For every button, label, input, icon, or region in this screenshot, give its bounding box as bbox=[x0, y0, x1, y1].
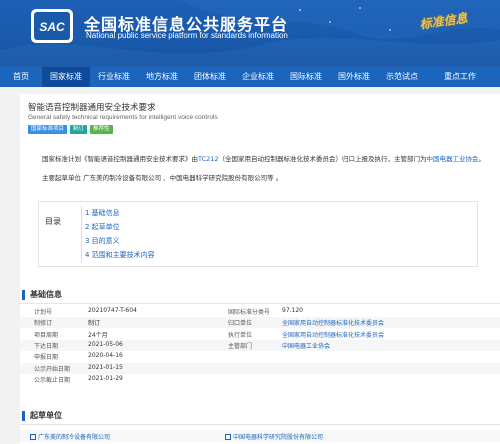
standard-tags: 国家标准项目 制订 推荐性 bbox=[28, 125, 113, 134]
nav-item[interactable]: 首页 bbox=[0, 67, 42, 87]
intro-text: （全国家用自动控制器标准化技术委员会）归口上报及执行，主管部门为 bbox=[218, 155, 427, 163]
info-row: 下达日期 2021-05-06 主管部门 中国电器工业协会 bbox=[20, 339, 500, 351]
info-row: 计划号 20210747-T-604 国际标准分类号 97.120 bbox=[20, 306, 500, 317]
intro-text: 国家标准计划《智能语音控制器通用安全技术要求》由 bbox=[42, 155, 198, 163]
logo-text: SAC bbox=[39, 20, 65, 34]
drafting-units-heading: 起草单位 bbox=[20, 410, 500, 422]
tag-nature: 推荐性 bbox=[90, 125, 113, 134]
tag-project-type: 国家标准项目 bbox=[28, 125, 68, 134]
info-key: 申报日期 bbox=[34, 354, 59, 362]
drafting-unit-link[interactable]: 中国电器科学研究院股份有限公司 bbox=[225, 432, 323, 441]
info-row: 公示开始日期 2021-01-15 bbox=[20, 362, 500, 374]
unit-name: 中国电器科学研究院股份有限公司 bbox=[233, 434, 324, 441]
nav-item[interactable]: 国际标准 bbox=[282, 67, 330, 87]
info-value: 制订 bbox=[88, 320, 101, 328]
toc-item-drafting-units[interactable]: 2 起草单位 bbox=[85, 222, 120, 232]
info-value: 20210747-T-604 bbox=[88, 307, 137, 314]
nav-item[interactable]: 重点工作 bbox=[426, 67, 494, 87]
toc-divider bbox=[81, 206, 82, 262]
section-divider bbox=[20, 424, 500, 425]
nav-item[interactable]: 国外标准 bbox=[330, 67, 378, 87]
unit-name: 广东美的制冷设备有限公司 bbox=[38, 434, 111, 441]
tag-revision: 制订 bbox=[70, 125, 88, 134]
standard-title-en: General safety technical requirements fo… bbox=[28, 114, 218, 121]
nav-item[interactable]: 地方标准 bbox=[138, 67, 186, 87]
info-value[interactable]: 中国电器工业协会 bbox=[282, 341, 330, 350]
intro-paragraph: 国家标准计划《智能语音控制器通用安全技术要求》由TC212（全国家用自动控制器标… bbox=[42, 153, 485, 163]
info-value: 2021-01-15 bbox=[88, 363, 123, 371]
sac-logo[interactable]: SAC bbox=[30, 8, 74, 44]
info-key: 归口单位 bbox=[228, 320, 253, 328]
info-value[interactable]: 全国家用自动控制器标准化技术委员会 bbox=[282, 330, 384, 339]
section-title: 基础信息 bbox=[30, 290, 62, 299]
nav-item[interactable]: 行业标准 bbox=[90, 67, 138, 87]
drafting-units-row: 广东美的制冷设备有限公司 中国电器科学研究院股份有限公司 bbox=[20, 430, 500, 442]
toc-item-basic-info[interactable]: 1 基础信息 bbox=[85, 208, 120, 218]
info-value: 2021-01-29 bbox=[88, 374, 123, 382]
info-key: 计划号 bbox=[34, 309, 53, 316]
info-row: 申报日期 2020-04-16 bbox=[20, 351, 500, 362]
standard-title: 智能语音控制器通用安全技术要求 bbox=[28, 103, 156, 113]
info-row: 制修订 制订 归口单位 全国家用自动控制器标准化技术委员会 bbox=[20, 317, 500, 329]
section-title: 起草单位 bbox=[30, 411, 62, 420]
nav-item[interactable]: 团体标准 bbox=[186, 67, 234, 87]
basic-info-heading: 基础信息 bbox=[20, 289, 500, 301]
info-key: 国际标准分类号 bbox=[228, 309, 271, 316]
toc-item-purpose[interactable]: 3 目的意义 bbox=[85, 236, 120, 246]
info-key: 公示截止日期 bbox=[34, 376, 71, 384]
table-of-contents: 目录 1 基础信息 2 起草单位 3 目的意义 4 范围和主要技术内容 bbox=[38, 201, 478, 267]
organization-icon bbox=[30, 434, 36, 440]
drafters-sentence: 主要起草单位 广东美的制冷设备有限公司 、中国电器科学研究院股份有限公司等 。 bbox=[42, 174, 283, 182]
info-key: 主管部门 bbox=[228, 342, 253, 350]
authority-link[interactable]: 中国电器工业协会 bbox=[427, 155, 479, 163]
drafting-unit-link[interactable]: 广东美的制冷设备有限公司 bbox=[30, 432, 110, 441]
info-key: 公示开始日期 bbox=[34, 365, 71, 373]
info-key: 执行单位 bbox=[228, 331, 253, 339]
info-key: 制修订 bbox=[34, 320, 53, 328]
section-marker bbox=[22, 290, 25, 300]
toc-label: 目录 bbox=[45, 217, 61, 226]
info-value: 97.120 bbox=[282, 307, 303, 314]
info-value: 24个月 bbox=[88, 331, 108, 339]
info-key: 下达日期 bbox=[34, 342, 59, 350]
nav-item[interactable]: 示范试点 bbox=[378, 67, 426, 87]
nav-item[interactable]: 企业标准 bbox=[234, 67, 282, 87]
info-row: 公示截止日期 2021-01-29 bbox=[20, 374, 500, 385]
standard-detail-panel: 智能语音控制器通用安全技术要求 General safety technical… bbox=[20, 94, 500, 444]
main-nav: 首页 国家标准 行业标准 地方标准 团体标准 企业标准 国际标准 国外标准 示范试点 重点工作 bbox=[0, 67, 500, 87]
section-marker bbox=[22, 411, 25, 421]
intro-text: 。 bbox=[478, 155, 486, 163]
info-key: 项目周期 bbox=[34, 331, 59, 339]
toc-item-scope[interactable]: 4 范围和主要技术内容 bbox=[85, 250, 155, 260]
site-header: SAC 全国标准信息公共服务平台 National public service… bbox=[0, 0, 500, 67]
tc-link[interactable]: TC212 bbox=[198, 155, 219, 163]
section-divider bbox=[20, 303, 500, 304]
info-value: 2020-04-16 bbox=[88, 352, 123, 360]
info-value[interactable]: 全国家用自动控制器标准化技术委员会 bbox=[282, 318, 384, 327]
organization-icon bbox=[225, 434, 231, 440]
info-value: 2021-05-06 bbox=[88, 340, 123, 348]
site-subtitle: National public service platform for sta… bbox=[86, 31, 288, 40]
nav-item[interactable]: 国家标准 bbox=[42, 67, 90, 87]
info-row: 项目周期 24个月 执行单位 全国家用自动控制器标准化技术委员会 bbox=[20, 329, 500, 340]
